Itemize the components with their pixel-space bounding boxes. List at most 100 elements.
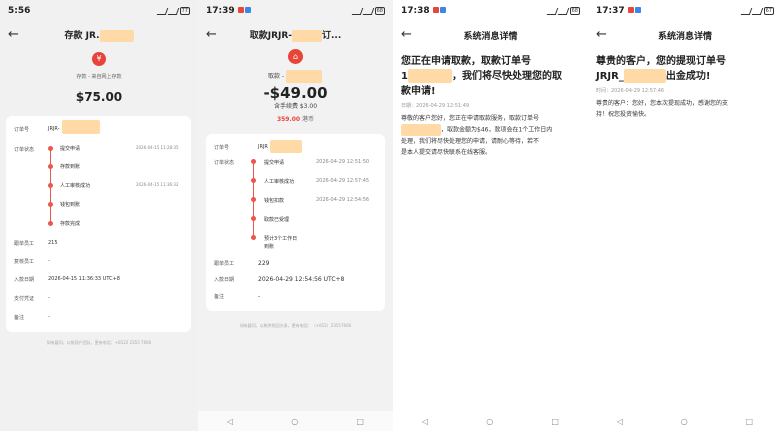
header: ← 取款JRJR- 订... [198,22,393,48]
redacted-block [623,69,666,83]
hkd-amount: 359.00 港币 [276,116,315,123]
nav-back-icon[interactable]: ◁ [617,417,623,426]
status-bar: 5:56 77 [0,0,198,22]
page-title: 系统消息详情 [463,31,518,42]
battery-icon: 68 [569,7,580,15]
detail-label: 跟单员工 [214,261,235,267]
fee-text: 含手续费 $3.00 [273,103,318,110]
timeline-step: 钱包到账 [60,202,81,208]
order-status-label: 订单状态 [14,147,35,153]
timeline-step: 钱包扣款 [264,198,285,204]
order-status-label: 订单状态 [214,160,235,166]
deposit-detail-screen: 5:56 77 ← 存款 JR. ¥ 存款 - 来自网上存款 $75.00 订单… [0,0,198,431]
footer-note: 如有疑问，以帐供销回头条，更有电话：（+852）23557666 [239,323,352,328]
nav-home-icon[interactable]: ○ [681,417,688,426]
message-body: 尊敬的客户您好，您正在申请取款服务，取款订单号 ，取款金额为$46，款项会在1个… [401,115,553,156]
order-card: 订单号 JRJR 订单状态 提交申请 2026-04-29 12:51:50 人… [206,134,385,311]
timeline-dot [48,202,53,207]
system-nav-bar: ◁ ○ □ [393,411,588,431]
app-icon [627,7,634,13]
timeline-step: 存款到账 [60,164,81,170]
status-icons: 68 [546,7,580,15]
clock: 5:56 [8,6,31,16]
detail-value: - [258,293,261,300]
status-bar: 17:37 67 [588,0,782,22]
order-number-value: JRJR [258,144,268,150]
detail-value: - [48,295,50,301]
signal-icon [751,7,763,15]
nav-recent-icon[interactable]: □ [356,417,364,426]
withdraw-icon: ⌂ [288,49,303,64]
detail-value: - [48,314,50,320]
page-title: 取款JRJR- 订... [249,29,342,42]
timeline-step: 人工审核成功 [264,179,295,185]
detail-label: 复核员工 [14,259,35,265]
app-icon [432,7,439,13]
status-icons: 68 [351,7,385,15]
signal-icon [167,7,179,15]
detail-value: - [48,258,50,264]
app-icon [244,7,251,13]
header: ← 系统消息详情 [393,22,588,48]
detail-label: 跟单员工 [14,241,35,247]
withdraw-from: 取款 - [268,70,322,83]
timeline-dot [251,197,256,202]
timeline-step: 存款完成 [60,221,81,227]
deposit-subtitle: 存款 - 来自网上存款 [76,74,122,80]
nav-back-icon[interactable]: ◁ [422,417,428,426]
app-icon [439,7,446,13]
wifi-icon [351,7,363,15]
nav-home-icon[interactable]: ○ [291,417,298,426]
order-number-value: JRJR- [48,126,60,132]
order-card: 订单号 JRJR- 订单状态 提交申请 2026-04-15 11:28:35 … [6,116,191,332]
timeline-dot [251,216,256,221]
timeline-step: 取款已受理 [264,217,290,223]
clock: 17:37 [596,6,625,16]
detail-value: 229 [258,260,270,267]
page-title: 存款 JR. [0,28,198,42]
timeline-time: 2026-04-15 11:36:32 [136,182,179,187]
signal-icon [557,7,569,15]
status-bar: 17:39 68 [198,0,393,22]
system-nav-bar: ◁ ○ □ [198,411,393,431]
detail-value: 215 [48,240,58,246]
header: ← 系统消息详情 [588,22,782,48]
system-message-screen: 17:37 67 ← 系统消息详情 尊贵的客户，您的提现订单号 JRJR_ 出金成… [588,0,782,431]
redacted-block [292,29,323,42]
redacted-block [401,124,441,136]
timeline-step: 人工审核成功 [60,183,91,189]
clock: 17:39 [206,6,235,16]
nav-back-icon[interactable]: ◁ [227,417,233,426]
header: ← 存款 JR. [0,22,198,48]
redacted-block [62,120,100,134]
redacted-block [99,29,134,42]
page-title: 系统消息详情 [657,31,712,42]
wifi-icon [156,7,168,15]
nav-recent-icon[interactable]: □ [746,417,754,426]
back-arrow-icon[interactable]: ← [401,27,412,42]
timeline-dot [251,235,256,240]
timeline-step-continued: 到账 [264,244,275,250]
message-body: 尊贵的客户：您好，您本次提现成功，感谢您的支 持！祝您投资愉快。 [596,100,729,118]
nav-home-icon[interactable]: ○ [486,417,493,426]
back-arrow-icon[interactable]: ← [8,27,19,42]
redacted-block [407,69,452,83]
nav-recent-icon[interactable]: □ [551,417,559,426]
system-nav-bar: ◁ ○ □ [588,411,782,431]
redacted-block [285,70,322,83]
back-arrow-icon[interactable]: ← [206,27,217,42]
withdraw-amount: -$49.00 [263,84,328,102]
timeline-dot [48,183,53,188]
footer-note: 如有疑问，以帐现户团队，更有电话：+8522 2355 7666 [46,340,152,345]
order-number-label: 订单号 [14,127,30,133]
status-icons: 77 [156,7,190,15]
timeline-step: 预计3个工作日 [264,236,298,242]
back-arrow-icon[interactable]: ← [596,27,607,42]
timeline-dot [48,164,53,169]
app-icon [634,7,641,13]
deposit-icon: ¥ [92,52,106,66]
timeline-time: 2026-04-29 12:51:50 [316,159,370,165]
timeline-time: 2026-04-29 12:54:56 [316,197,370,203]
clock: 17:38 [401,6,430,16]
withdrawal-detail-screen: 17:39 68 ← 取款JRJR- 订... ⌂ 取款 - -$49.00 含手… [198,0,393,431]
